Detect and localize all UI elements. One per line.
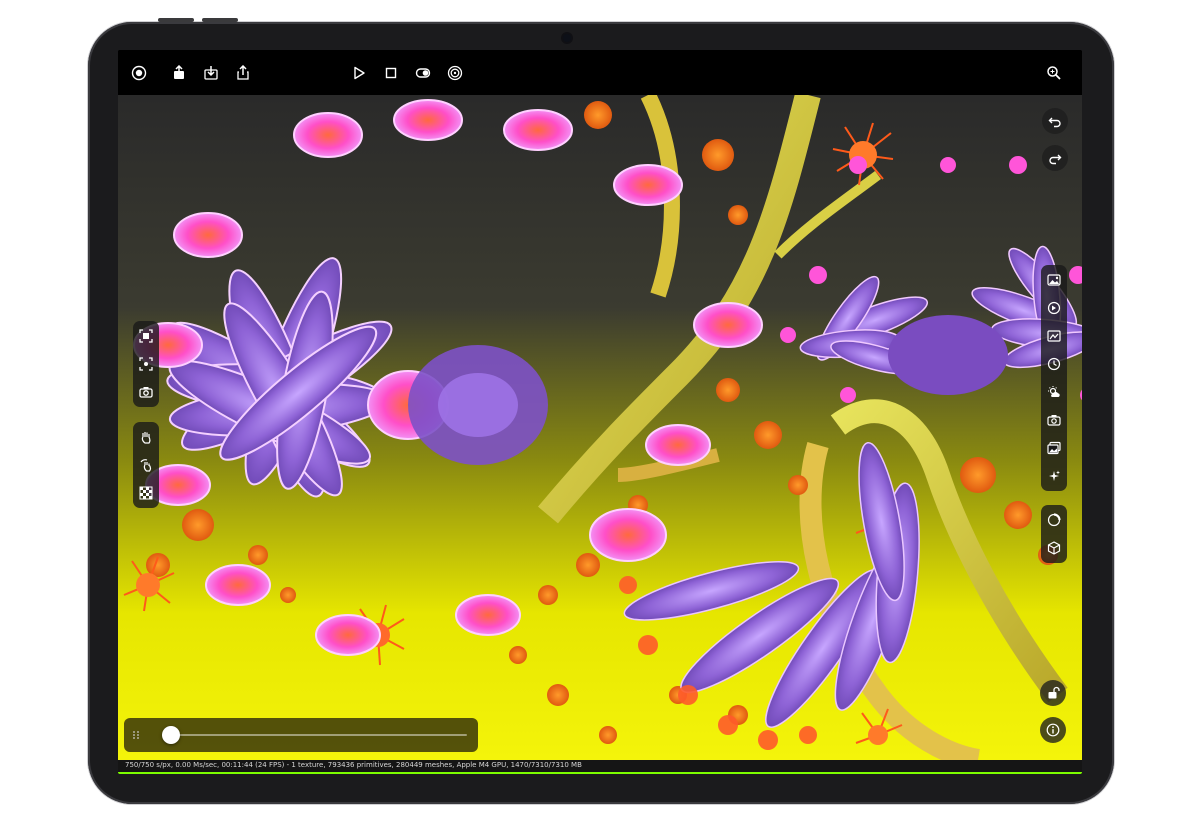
hand-pan-icon xyxy=(141,432,151,444)
render-target-button[interactable] xyxy=(127,61,151,85)
top-toolbar xyxy=(118,50,1082,95)
left-view-tools xyxy=(133,321,159,407)
lock-icon xyxy=(1048,686,1060,699)
timeline-panel xyxy=(124,718,478,752)
sparkle-icon xyxy=(1049,470,1060,481)
history-button[interactable] xyxy=(1041,350,1067,378)
target-button[interactable] xyxy=(443,61,467,85)
timeline-slider-thumb[interactable] xyxy=(162,726,181,744)
front-camera xyxy=(563,34,571,42)
rendered-flower-image xyxy=(118,95,1082,760)
timeline-slider-track[interactable] xyxy=(162,726,467,744)
hand-pan-button[interactable] xyxy=(133,423,159,451)
rotate-hand-button[interactable] xyxy=(133,451,159,479)
gallery-icon xyxy=(1047,441,1061,455)
camera-settings-icon xyxy=(1047,415,1061,426)
toggle-button[interactable] xyxy=(411,61,435,85)
import-icon xyxy=(204,66,218,80)
weather-icon xyxy=(1048,386,1060,397)
volume-button xyxy=(158,18,194,22)
cube-icon xyxy=(1047,541,1061,555)
gallery-button[interactable] xyxy=(1041,434,1067,462)
cube-button[interactable] xyxy=(1041,534,1067,562)
history-icon xyxy=(1047,357,1061,371)
undo-button[interactable] xyxy=(1042,108,1068,134)
zoom-icon xyxy=(1047,66,1061,80)
play-icon xyxy=(354,66,365,80)
camera-icon xyxy=(139,387,153,398)
info-button[interactable] xyxy=(1040,717,1066,743)
export-icon xyxy=(237,65,249,80)
target-icon xyxy=(447,65,463,81)
share-button[interactable] xyxy=(167,61,191,85)
render-viewport[interactable] xyxy=(118,95,1082,760)
stop-button[interactable] xyxy=(379,61,403,85)
play-button[interactable] xyxy=(347,61,371,85)
render-progress-bar xyxy=(118,772,1082,774)
stop-icon xyxy=(385,67,397,79)
image-icon xyxy=(1047,274,1061,286)
checker-icon xyxy=(139,486,153,500)
picture-settings-button[interactable] xyxy=(1041,322,1067,350)
share-icon xyxy=(174,65,184,79)
zoom-button[interactable] xyxy=(1042,61,1066,85)
left-nav-tools xyxy=(133,422,159,508)
focus-icon xyxy=(139,357,153,371)
clock-arrow-button[interactable] xyxy=(1041,294,1067,322)
right-settings-tools xyxy=(1041,265,1067,491)
material-sphere-button[interactable] xyxy=(1041,506,1067,534)
undo-icon xyxy=(1048,117,1061,128)
drag-handle-icon[interactable] xyxy=(132,730,140,740)
redo-button[interactable] xyxy=(1042,145,1068,171)
render-target-icon xyxy=(131,65,147,81)
lock-button[interactable] xyxy=(1040,680,1066,706)
clock-arrow-icon xyxy=(1047,301,1061,315)
checker-button[interactable] xyxy=(133,479,159,507)
weather-button[interactable] xyxy=(1041,378,1067,406)
right-object-tools xyxy=(1041,505,1067,563)
import-button[interactable] xyxy=(199,61,223,85)
power-button xyxy=(202,18,238,22)
camera-button[interactable] xyxy=(133,378,159,406)
frame-select-button[interactable] xyxy=(133,322,159,350)
rotate-hand-icon xyxy=(140,459,152,472)
focus-button[interactable] xyxy=(133,350,159,378)
frame-select-icon xyxy=(139,329,153,343)
picture-settings-icon xyxy=(1047,330,1061,342)
info-icon xyxy=(1046,723,1060,737)
camera-settings-button[interactable] xyxy=(1041,406,1067,434)
render-status-text: 750/750 s/px, 0.00 Ms/sec, 00:11:44 (24 … xyxy=(125,761,582,769)
app-screen: 750/750 s/px, 0.00 Ms/sec, 00:11:44 (24 … xyxy=(118,50,1082,774)
material-sphere-icon xyxy=(1047,513,1061,527)
redo-icon xyxy=(1049,154,1062,165)
sparkle-button[interactable] xyxy=(1041,462,1067,490)
export-button[interactable] xyxy=(231,61,255,85)
toggle-icon xyxy=(415,68,431,78)
render-status-bar: 750/750 s/px, 0.00 Ms/sec, 00:11:44 (24 … xyxy=(118,760,1082,774)
image-button[interactable] xyxy=(1041,266,1067,294)
